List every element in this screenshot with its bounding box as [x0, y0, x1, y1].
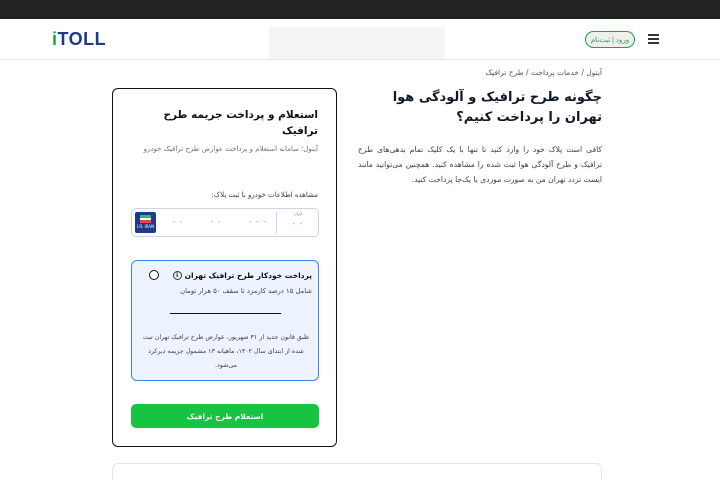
- breadcrumb[interactable]: آیتول / خدمات پرداخت / طرح ترافیک: [485, 68, 602, 77]
- article-title: چگونه طرح ترافیک و آلودگی هوا تهران را پ…: [392, 90, 602, 125]
- plate-segment-3[interactable]: - - -: [244, 217, 272, 226]
- iran-flag-icon: I.R. IRAN: [135, 212, 156, 233]
- plate-segment-1[interactable]: - -: [168, 217, 188, 226]
- inquiry-submit-button[interactable]: استعلام طرح ترافیک: [131, 404, 319, 428]
- plate-segment-region[interactable]: - -: [282, 219, 314, 228]
- bottom-section-card: [112, 463, 602, 480]
- license-plate-input[interactable]: I.R. IRAN - - - - - - - ایران - -: [131, 208, 319, 237]
- plate-label: مشاهده اطلاعات خودرو با ثبت پلاک:: [211, 191, 318, 199]
- option-divider: [170, 313, 281, 314]
- hamburger-menu-icon[interactable]: [648, 34, 659, 44]
- form-subtitle: آیتول؛ سامانه استعلام و پرداخت عوارض طرح…: [143, 145, 318, 153]
- info-icon[interactable]: i: [172, 271, 182, 280]
- auto-pay-option[interactable]: پرداخت خودکار طرح ترافیک تهران i شامل ۱۵…: [131, 260, 319, 381]
- browser-top-bar: [0, 0, 720, 19]
- header-placeholder: [269, 27, 445, 59]
- login-signup-button[interactable]: ورود | ثبت‌نام: [585, 31, 635, 48]
- plate-segment-letter[interactable]: - -: [204, 217, 228, 226]
- plate-divider: [276, 212, 277, 234]
- auto-pay-note: طبق قانون جدید از ۳۱ شهریور، عوارض طرح ت…: [142, 334, 310, 369]
- form-title: استعلام و پرداخت جریمه طرح ترافیک: [163, 109, 318, 137]
- itoll-logo[interactable]: iTOLL: [52, 29, 106, 49]
- auto-pay-radio[interactable]: [149, 270, 159, 280]
- auto-pay-title: پرداخت خودکار طرح ترافیک تهران i: [172, 271, 312, 280]
- inquiry-form-card: استعلام و پرداخت جریمه طرح ترافیک آیتول؛…: [112, 88, 337, 447]
- plate-region-label: ایران: [293, 211, 303, 216]
- auto-pay-fee: شامل ۱۵ درصد کارمزد تا سقف ۵۰ هزار تومان: [180, 287, 312, 295]
- site-header: iTOLL ورود | ثبت‌نام: [0, 19, 720, 60]
- article-body: کافی است پلاک خود را وارد کنید تا تنها ب…: [358, 145, 602, 184]
